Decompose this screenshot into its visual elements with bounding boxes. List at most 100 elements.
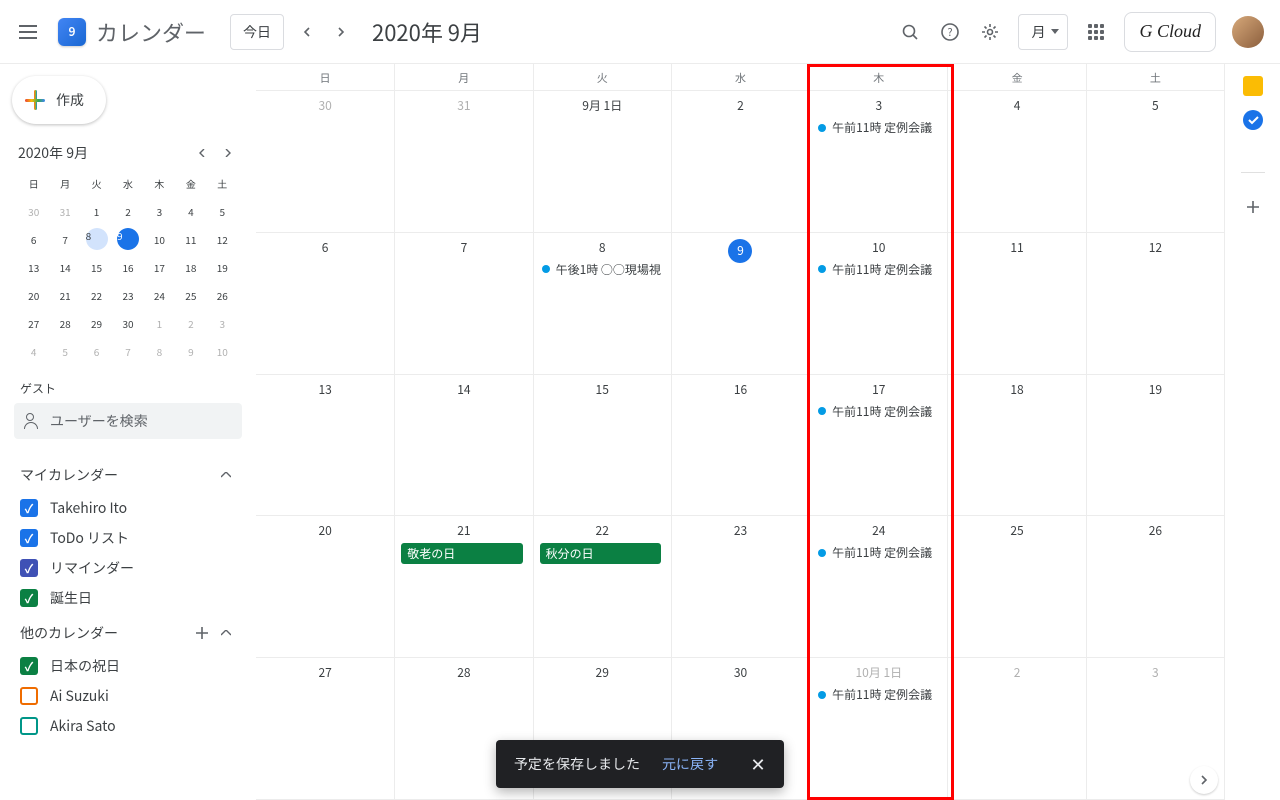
day-cell[interactable]: 26 — [1086, 516, 1224, 658]
calendar-checkbox[interactable] — [20, 687, 38, 705]
view-selector[interactable]: 月 — [1018, 14, 1068, 50]
calendar-event[interactable]: 午前11時 定例会議 — [816, 260, 941, 279]
mini-day[interactable]: 22 — [81, 282, 112, 308]
guest-search-input[interactable]: ユーザーを検索 — [14, 403, 242, 439]
day-cell[interactable]: 10午前11時 定例会議 — [809, 233, 947, 375]
day-cell[interactable]: 22秋分の日 — [533, 516, 671, 658]
calendar-item[interactable]: リマインダー — [20, 553, 236, 583]
mini-day[interactable]: 8 — [144, 338, 175, 364]
mini-day[interactable]: 25 — [175, 282, 206, 308]
day-cell[interactable]: 18 — [947, 375, 1085, 517]
day-cell[interactable]: 10月 1日午前11時 定例会議 — [809, 658, 947, 800]
mini-day[interactable]: 10 — [207, 338, 238, 364]
mini-day[interactable]: 9 — [175, 338, 206, 364]
mini-day[interactable]: 28 — [49, 310, 80, 336]
main-menu-button[interactable] — [8, 12, 48, 52]
mini-day[interactable]: 21 — [49, 282, 80, 308]
day-cell[interactable]: 24午前11時 定例会議 — [809, 516, 947, 658]
mini-day[interactable]: 16 — [112, 254, 143, 280]
mini-day[interactable]: 13 — [18, 254, 49, 280]
day-cell[interactable]: 19 — [1086, 375, 1224, 517]
calendar-item[interactable]: ToDo リスト — [20, 523, 236, 553]
mini-day[interactable]: 8 — [81, 226, 112, 252]
day-cell[interactable]: 11 — [947, 233, 1085, 375]
day-cell[interactable]: 23 — [671, 516, 809, 658]
calendar-event[interactable]: 午前11時 定例会議 — [816, 118, 941, 137]
calendar-checkbox[interactable] — [20, 499, 38, 517]
mini-day[interactable]: 18 — [175, 254, 206, 280]
next-period-button[interactable] — [324, 16, 356, 48]
mini-day[interactable]: 11 — [175, 226, 206, 252]
holiday-event[interactable]: 敬老の日 — [401, 543, 522, 564]
mini-day[interactable]: 7 — [112, 338, 143, 364]
mini-day[interactable]: 24 — [144, 282, 175, 308]
mini-day[interactable]: 4 — [18, 338, 49, 364]
user-avatar[interactable] — [1232, 16, 1264, 48]
day-cell[interactable]: 3午前11時 定例会議 — [809, 91, 947, 233]
day-cell[interactable]: 15 — [533, 375, 671, 517]
day-cell[interactable]: 20 — [256, 516, 394, 658]
mini-day[interactable]: 2 — [112, 198, 143, 224]
calendar-checkbox[interactable] — [20, 529, 38, 547]
mini-day[interactable]: 10 — [144, 226, 175, 252]
calendar-event[interactable]: 午前11時 定例会議 — [816, 402, 941, 421]
mini-day[interactable]: 15 — [81, 254, 112, 280]
mini-day[interactable]: 6 — [81, 338, 112, 364]
day-cell[interactable]: 4 — [947, 91, 1085, 233]
calendar-item[interactable]: 日本の祝日 — [20, 651, 236, 681]
day-cell[interactable]: 16 — [671, 375, 809, 517]
mini-day[interactable]: 12 — [207, 226, 238, 252]
keep-icon[interactable] — [1243, 76, 1263, 96]
calendar-checkbox[interactable] — [20, 717, 38, 735]
day-cell[interactable]: 5 — [1086, 91, 1224, 233]
other-calendars-collapse[interactable] — [216, 623, 236, 643]
prev-period-button[interactable] — [292, 16, 324, 48]
my-calendars-collapse[interactable] — [216, 465, 236, 485]
today-button[interactable]: 今日 — [230, 14, 284, 50]
day-cell[interactable]: 30 — [256, 91, 394, 233]
mini-day[interactable]: 23 — [112, 282, 143, 308]
toast-undo-button[interactable]: 元に戻す — [662, 754, 718, 774]
day-cell[interactable]: 9 — [671, 233, 809, 375]
holiday-event[interactable]: 秋分の日 — [540, 543, 661, 564]
mini-day[interactable]: 26 — [207, 282, 238, 308]
mini-next-button[interactable] — [216, 142, 238, 164]
mini-day[interactable]: 4 — [175, 198, 206, 224]
day-cell[interactable]: 7 — [394, 233, 532, 375]
calendar-checkbox[interactable] — [20, 589, 38, 607]
toast-close-button[interactable]: ✕ — [740, 746, 776, 782]
mini-day[interactable]: 20 — [18, 282, 49, 308]
mini-day[interactable]: 1 — [81, 198, 112, 224]
mini-day[interactable]: 17 — [144, 254, 175, 280]
calendar-checkbox[interactable] — [20, 657, 38, 675]
calendar-event[interactable]: 午後1時 ○○現場視 — [540, 260, 665, 279]
day-cell[interactable]: 12 — [1086, 233, 1224, 375]
mini-day[interactable]: 5 — [207, 198, 238, 224]
calendar-event[interactable]: 午前11時 定例会議 — [816, 543, 941, 562]
mini-day[interactable]: 3 — [207, 310, 238, 336]
settings-button[interactable] — [970, 12, 1010, 52]
search-button[interactable] — [890, 12, 930, 52]
mini-day[interactable]: 31 — [49, 198, 80, 224]
day-cell[interactable]: 25 — [947, 516, 1085, 658]
calendar-item[interactable]: Akira Sato — [20, 711, 236, 741]
mini-day[interactable]: 3 — [144, 198, 175, 224]
calendar-checkbox[interactable] — [20, 559, 38, 577]
day-cell[interactable]: 6 — [256, 233, 394, 375]
day-cell[interactable]: 9月 1日 — [533, 91, 671, 233]
tasks-icon[interactable] — [1243, 110, 1263, 130]
account-brand[interactable]: G Cloud — [1124, 12, 1216, 52]
calendar-item[interactable]: 誕生日 — [20, 583, 236, 613]
apps-button[interactable] — [1076, 12, 1116, 52]
add-addon-button[interactable] — [1233, 187, 1273, 227]
mini-day[interactable]: 27 — [18, 310, 49, 336]
mini-day[interactable]: 14 — [49, 254, 80, 280]
day-cell[interactable]: 2 — [947, 658, 1085, 800]
mini-day[interactable]: 6 — [18, 226, 49, 252]
mini-day[interactable]: 9 — [112, 226, 143, 252]
mini-day[interactable]: 1 — [144, 310, 175, 336]
mini-day[interactable]: 19 — [207, 254, 238, 280]
calendar-item[interactable]: Takehiro Ito — [20, 493, 236, 523]
day-cell[interactable]: 13 — [256, 375, 394, 517]
day-cell[interactable]: 14 — [394, 375, 532, 517]
